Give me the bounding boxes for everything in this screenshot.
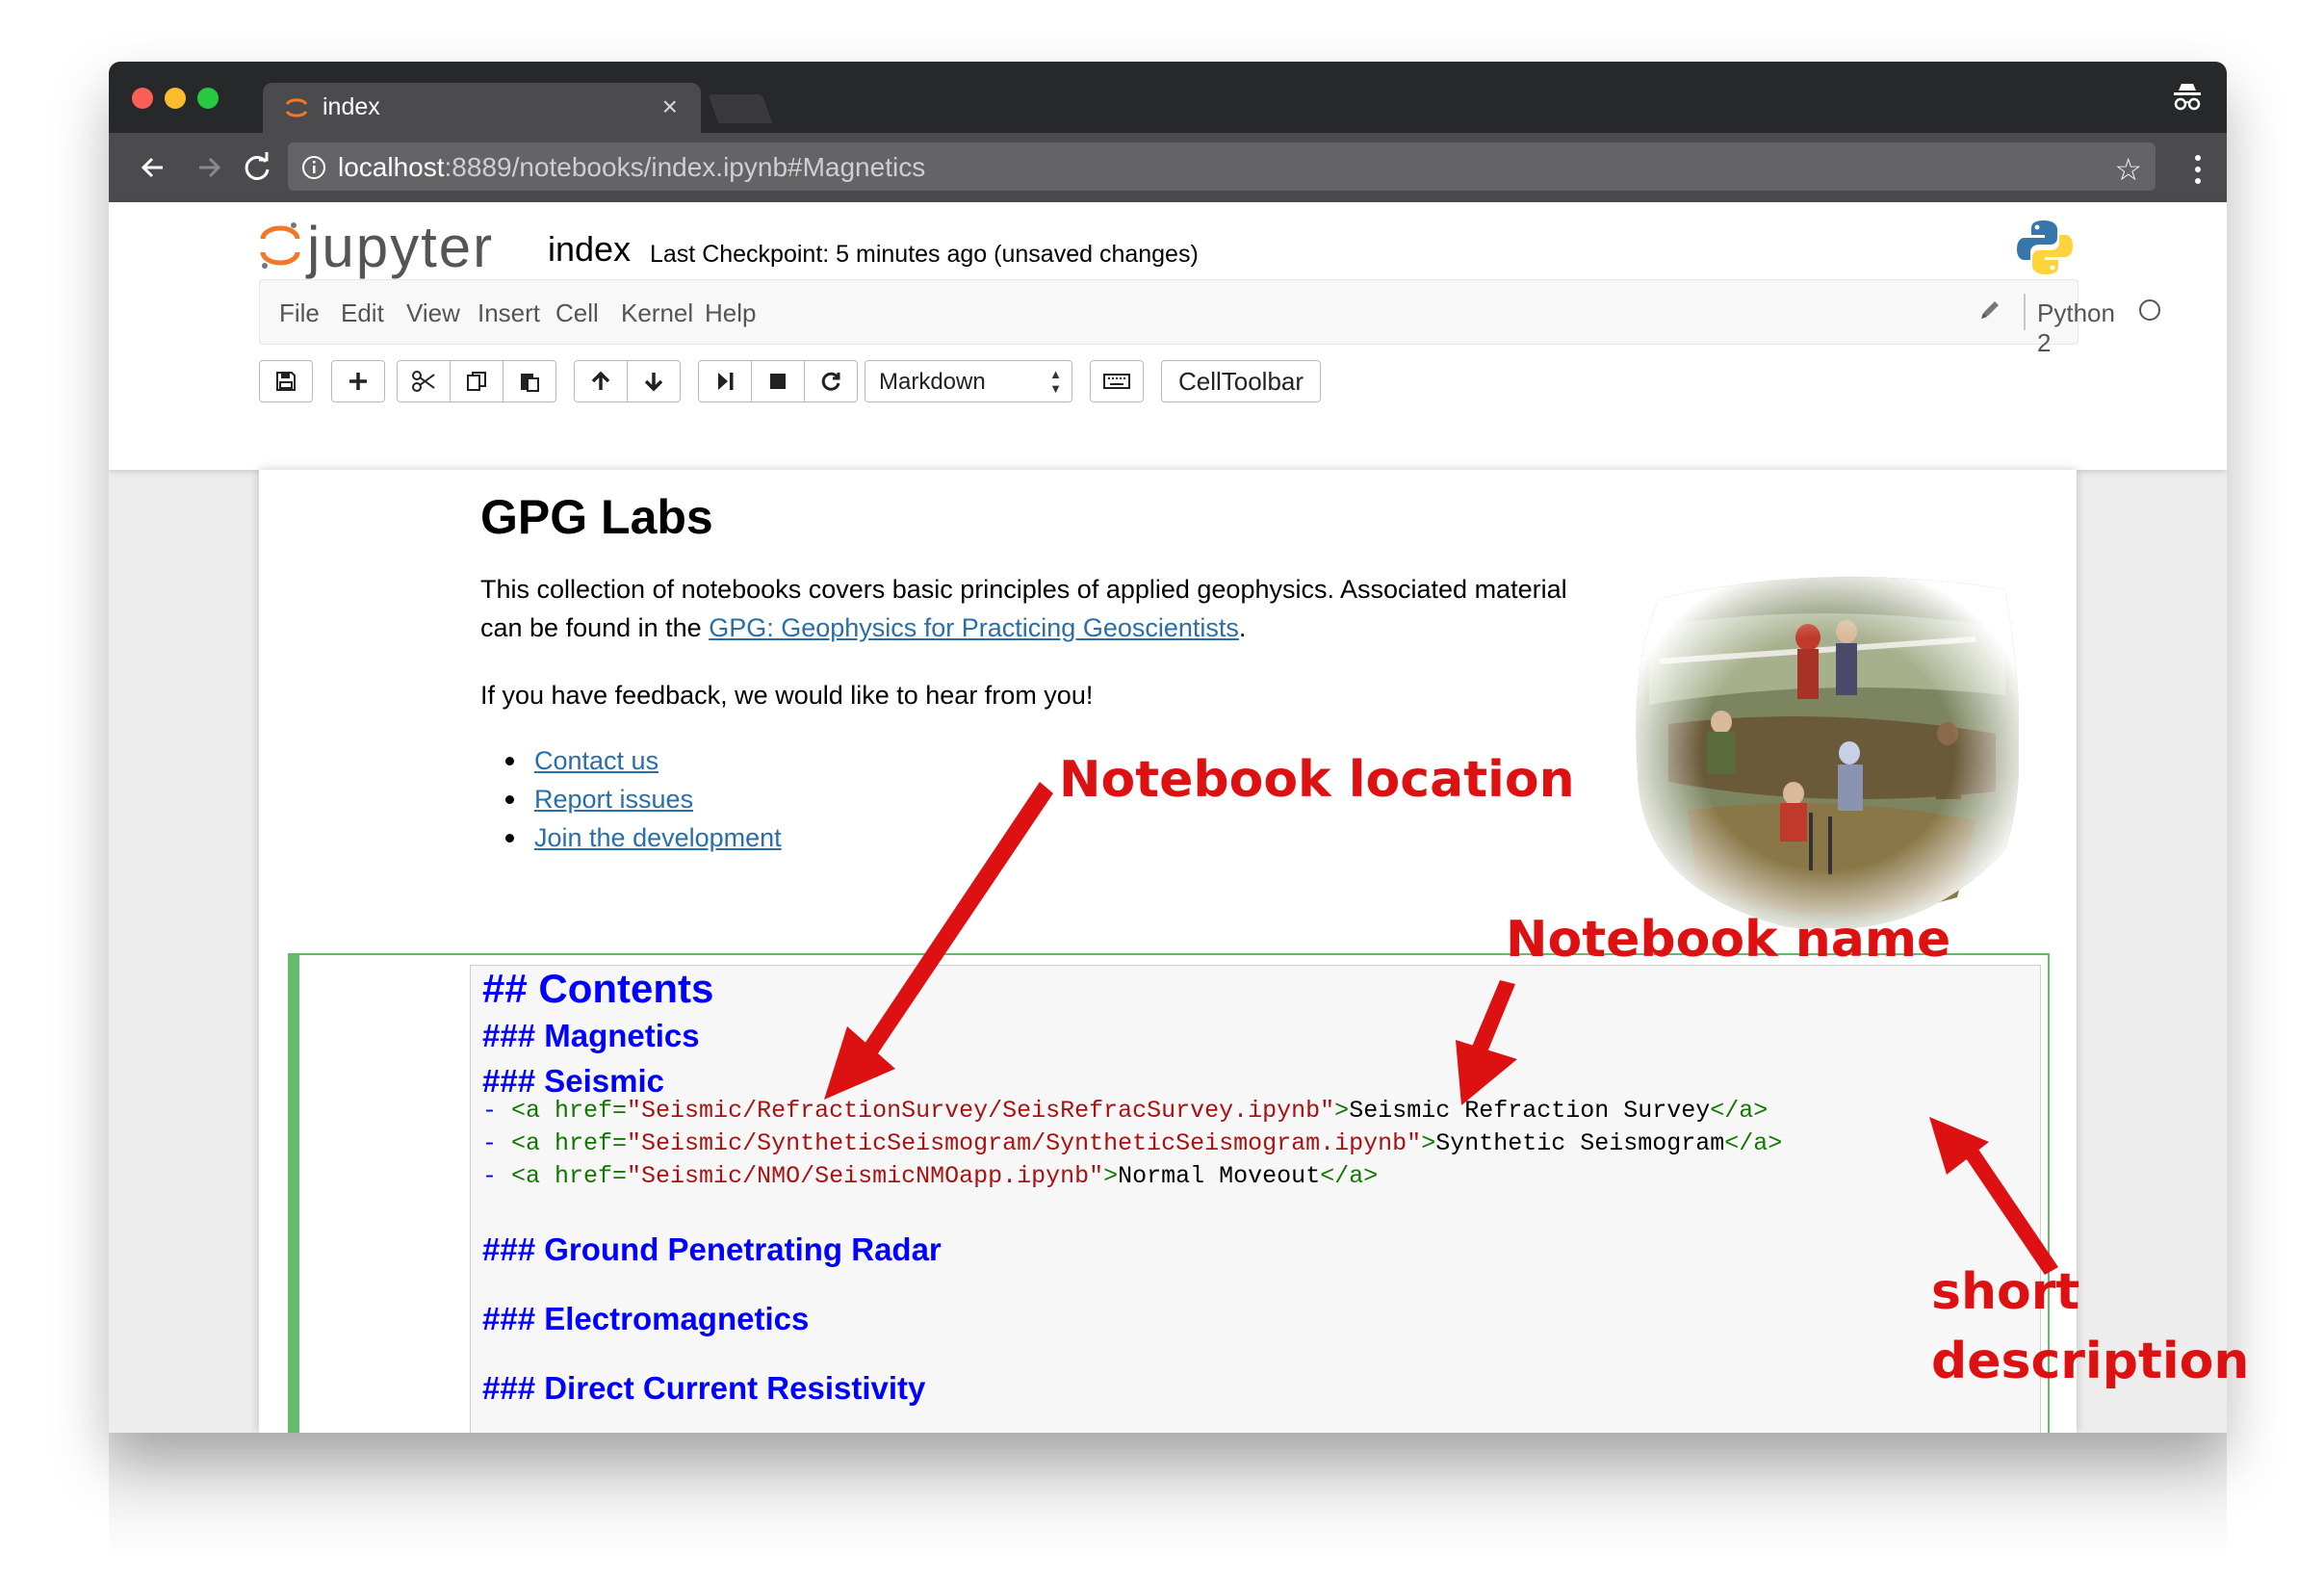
browser-menu-icon[interactable]: [2194, 150, 2202, 189]
arrow-up-icon: [591, 371, 610, 390]
browser-tab-index[interactable]: index ×: [263, 83, 701, 133]
tab-title: index: [323, 93, 380, 120]
menu-view[interactable]: View: [406, 298, 460, 328]
intro-text-line2: can be found in the: [480, 613, 710, 642]
contact-us-link[interactable]: Contact us: [534, 746, 658, 775]
em-heading: ### Electromagnetics: [482, 1301, 810, 1336]
annotation-notebook-location: Notebook location: [1059, 751, 1575, 809]
menu-cell[interactable]: Cell: [555, 298, 599, 328]
maximize-window-button[interactable]: [197, 88, 219, 109]
scissors-icon: [412, 371, 435, 392]
new-tab-button[interactable]: [708, 94, 773, 123]
intro-paragraph: This collection of notebooks covers basi…: [480, 570, 1567, 647]
feedback-text: If you have feedback, we would like to h…: [480, 681, 1094, 710]
paste-icon: [521, 374, 539, 392]
site-info-icon[interactable]: [301, 155, 326, 180]
feedback-links-list: Contact us Report issues Join the develo…: [480, 741, 782, 857]
insert-cell-button[interactable]: [331, 360, 385, 402]
url-host: localhost: [338, 152, 445, 182]
cell-type-select[interactable]: Markdown ▲ ▼: [865, 360, 1072, 402]
stop-icon: [770, 374, 786, 389]
run-cell-button[interactable]: [698, 360, 752, 402]
contents-heading: ## Contents: [482, 966, 714, 1011]
edit-mode-pencil-icon: [1981, 301, 1999, 319]
field-survey-photo-collage: [1636, 577, 2019, 928]
incognito-icon: [2174, 84, 2201, 111]
jupyter-header: jupyter index Last Checkpoint: 5 minutes…: [109, 202, 2227, 470]
dc-resistivity-heading: ### Direct Current Resistivity: [482, 1370, 926, 1406]
save-icon: [276, 372, 296, 391]
notebook-menubar: File Edit View Insert Cell Kernel Help P…: [259, 279, 2160, 357]
code-line: - <a href="Seismic/NMO/SeismicNMOapp.ipy…: [482, 1162, 1379, 1190]
browser-toolbar: localhost:8889/notebooks/index.ipynb#Mag…: [109, 133, 2227, 202]
window-shadow: [109, 1425, 2227, 1560]
notebook-title: GPG Labs: [480, 490, 713, 544]
celltoolbar-button[interactable]: CellToolbar: [1161, 360, 1321, 402]
forward-arrow-icon[interactable]: [190, 148, 228, 187]
reload-icon[interactable]: [238, 148, 276, 187]
report-issues-link[interactable]: Report issues: [534, 785, 693, 814]
move-cell-up-button[interactable]: [574, 360, 628, 402]
back-arrow-icon[interactable]: [134, 148, 172, 187]
join-development-link[interactable]: Join the development: [534, 823, 782, 852]
list-item: Contact us: [480, 741, 782, 780]
annotation-notebook-name: Notebook name: [1506, 911, 1951, 969]
plus-icon: [349, 373, 367, 390]
cell-selection-bar: [290, 955, 299, 1433]
menu-help[interactable]: Help: [705, 298, 756, 328]
browser-window: index × localhost:8889/notebooks/index.i…: [109, 62, 2227, 1433]
list-item: Report issues: [480, 780, 782, 818]
save-button[interactable]: [259, 360, 313, 402]
checkpoint-status: Last Checkpoint: 5 minutes ago (unsaved …: [650, 241, 1199, 268]
python-logo-icon: [2017, 220, 2073, 274]
kernel-name[interactable]: Python 2: [2037, 298, 2115, 358]
bookmark-star-icon[interactable]: ☆: [2114, 151, 2142, 188]
command-palette-button[interactable]: [1090, 360, 1144, 402]
move-cell-down-button[interactable]: [627, 360, 681, 402]
kernel-idle-indicator-icon: [2139, 299, 2160, 321]
restart-kernel-button[interactable]: [804, 360, 858, 402]
notebook-name[interactable]: index: [548, 229, 631, 270]
gpg-link[interactable]: GPG: Geophysics for Practicing Geoscient…: [709, 613, 1239, 642]
gpr-heading: ### Ground Penetrating Radar: [482, 1231, 942, 1267]
intro-text: This collection of notebooks covers basi…: [480, 575, 1567, 604]
menu-edit[interactable]: Edit: [341, 298, 384, 328]
cell-type-value: Markdown: [879, 369, 986, 395]
title-bar: index ×: [109, 62, 2227, 133]
code-line: - <a href="Seismic/RefractionSurvey/Seis…: [482, 1097, 1769, 1125]
jupyter-favicon-icon: [285, 98, 308, 117]
copy-cell-button[interactable]: [450, 360, 504, 402]
magnetics-heading: ### Magnetics: [482, 1018, 700, 1053]
menubar-separator: [2024, 294, 2026, 330]
menu-insert[interactable]: Insert: [478, 298, 540, 328]
arrow-down-icon: [644, 373, 663, 392]
select-arrows-icon: ▲ ▼: [1049, 367, 1062, 396]
annotation-short: short: [1931, 1263, 2080, 1321]
url-text: localhost:8889/notebooks/index.ipynb#Mag…: [338, 152, 925, 183]
intro-suffix: .: [1238, 613, 1247, 642]
step-forward-icon: [718, 373, 734, 390]
selected-markdown-cell[interactable]: ## Contents ### Magnetics ### Seismic - …: [288, 953, 2050, 1433]
paste-cell-button[interactable]: [503, 360, 556, 402]
markdown-editor[interactable]: ## Contents ### Magnetics ### Seismic - …: [470, 965, 2041, 1433]
minimize-window-button[interactable]: [165, 88, 186, 109]
copy-icon: [467, 372, 486, 391]
keyboard-icon: [1103, 374, 1130, 389]
jupyter-logo-icon[interactable]: [259, 218, 301, 272]
address-bar[interactable]: localhost:8889/notebooks/index.ipynb#Mag…: [288, 143, 2156, 191]
url-path: :8889/notebooks/index.ipynb#Magnetics: [444, 152, 926, 182]
menu-kernel[interactable]: Kernel: [621, 298, 693, 328]
restart-icon: [821, 372, 840, 391]
seismic-heading: ### Seismic: [482, 1063, 664, 1099]
list-item: Join the development: [480, 818, 782, 857]
cut-cell-button[interactable]: [397, 360, 451, 402]
jupyter-logo-text[interactable]: jupyter: [307, 214, 494, 280]
tab-close-icon[interactable]: ×: [662, 91, 678, 122]
menu-file[interactable]: File: [279, 298, 320, 328]
interrupt-kernel-button[interactable]: [751, 360, 805, 402]
code-line: - <a href="Seismic/SyntheticSeismogram/S…: [482, 1129, 1783, 1157]
annotation-description: description: [1931, 1333, 2250, 1390]
close-window-button[interactable]: [132, 88, 153, 109]
